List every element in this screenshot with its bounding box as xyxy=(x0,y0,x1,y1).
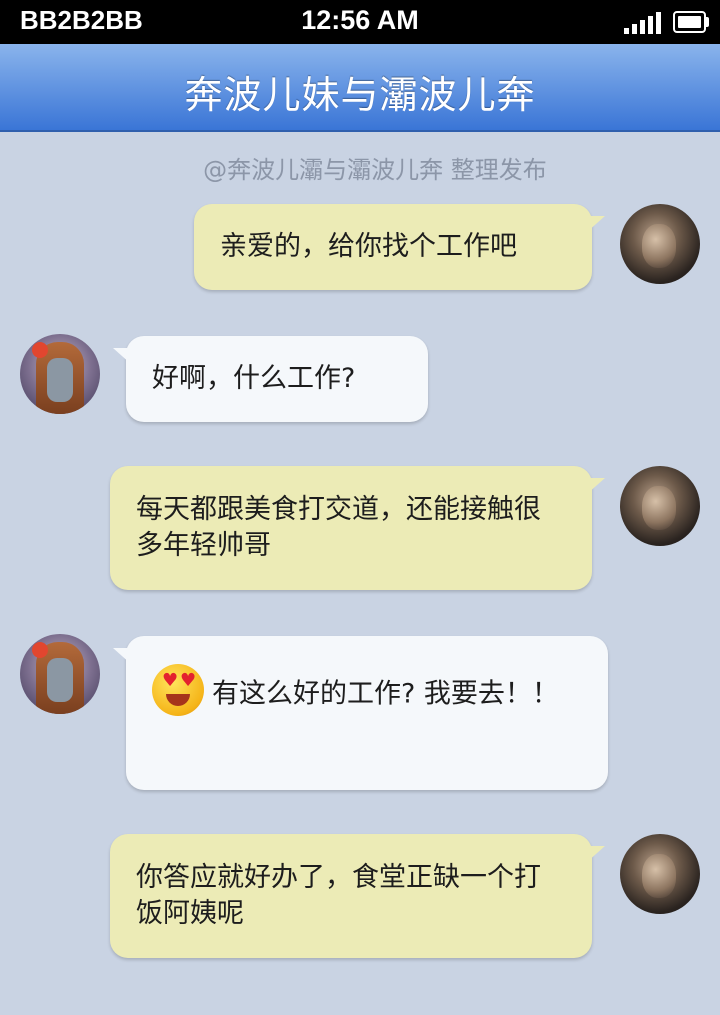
message-bubble: 每天都跟美食打交道，还能接触很多年轻帅哥 xyxy=(110,466,605,590)
message-text: 你答应就好办了，食堂正缺一个打饭阿姨呢 xyxy=(136,862,541,929)
female-avatar[interactable] xyxy=(20,334,100,414)
status-bar: BB2B2BB 12:56 AM xyxy=(0,0,720,44)
message-text: 亲爱的，给你找个工作吧 xyxy=(220,231,517,262)
male-avatar[interactable] xyxy=(620,834,700,914)
heart-eyes-emoji-icon xyxy=(152,664,204,716)
male-avatar[interactable] xyxy=(620,466,700,546)
title-bar: 奔波儿妹与灞波儿奔 xyxy=(0,44,720,132)
message-bubble: 好啊，什么工作? xyxy=(113,336,428,422)
male-avatar[interactable] xyxy=(620,204,700,284)
clock: 12:56 AM xyxy=(301,5,419,35)
message-bubble: 亲爱的，给你找个工作吧 xyxy=(194,204,605,290)
chat-title: 奔波儿妹与灞波儿奔 xyxy=(184,73,536,117)
message-text: 有这么好的工作? 我要去！！ xyxy=(212,678,559,710)
female-avatar[interactable] xyxy=(20,634,100,714)
message-bubble: 有这么好的工作? 我要去！！ xyxy=(113,636,608,790)
signal-strength-icon xyxy=(624,10,664,34)
message-text: 每天都跟美食打交道，还能接触很多年轻帅哥 xyxy=(136,494,541,561)
attribution-text: @奔波儿灞与灞波儿奔 整理发布 xyxy=(203,156,547,184)
message-bubble: 你答应就好办了，食堂正缺一个打饭阿姨呢 xyxy=(110,834,605,958)
message-text: 好啊，什么工作? xyxy=(152,363,356,394)
battery-icon xyxy=(673,11,709,33)
